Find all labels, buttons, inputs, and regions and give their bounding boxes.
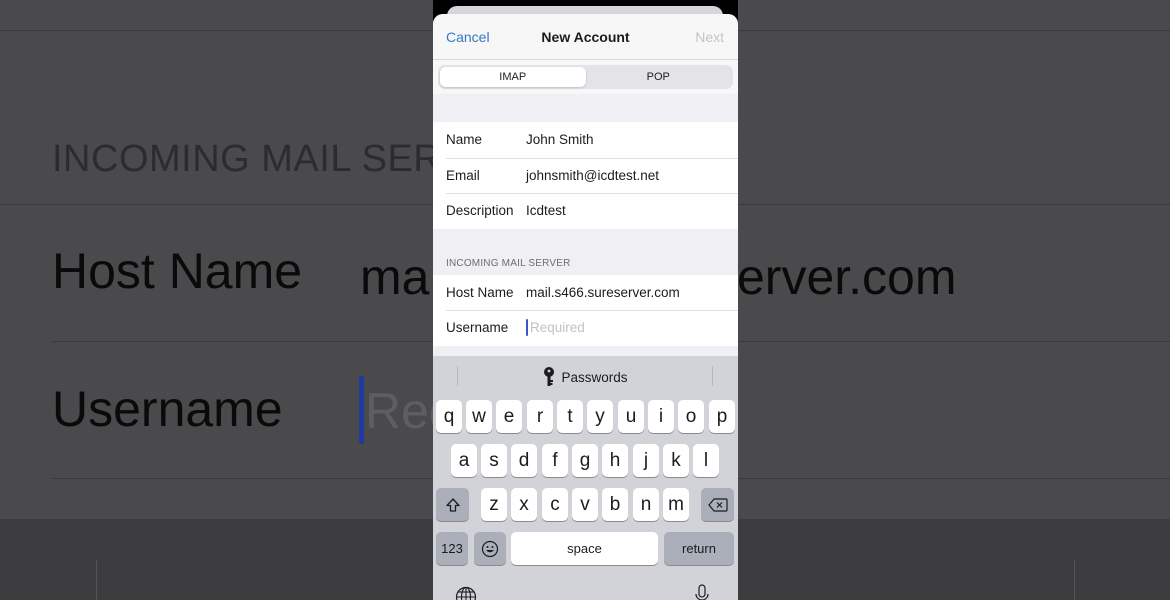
username-row[interactable]: Username Required [433, 310, 738, 346]
key-v[interactable]: v [572, 488, 598, 521]
emoji-icon [481, 540, 499, 557]
section-spacer [433, 94, 738, 122]
username-field[interactable]: Required [529, 320, 585, 335]
key-icon [544, 367, 555, 386]
key-h[interactable]: h [602, 444, 628, 477]
keyboard-row-4: 123 space return [433, 532, 738, 565]
screen: INCOMING MAIL SER Host Name ma erver.com… [0, 0, 1170, 600]
bg-host-label: Host Name [52, 243, 303, 299]
username-label: Username [446, 320, 509, 336]
name-row[interactable]: Name John Smith [433, 122, 738, 158]
key-t[interactable]: t [557, 400, 583, 433]
key-y[interactable]: y [587, 400, 613, 433]
bg-divider [96, 560, 97, 600]
keyboard-bottom-bar [433, 580, 738, 600]
description-field[interactable]: Icdtest [526, 203, 566, 218]
navigation-bar: Cancel New Account Next [433, 14, 738, 60]
bg-host-value-left: ma [360, 249, 430, 305]
bg-divider [1074, 560, 1075, 600]
account-info-group: Name John Smith Email johnsmith@icdtest.… [433, 122, 738, 229]
keyboard-row-2: a s d f g h j k l [433, 444, 738, 477]
key-n[interactable]: n [633, 488, 659, 521]
bg-username-label: Username [52, 381, 283, 437]
key-a[interactable]: a [451, 444, 477, 477]
next-button[interactable]: Next [695, 29, 724, 45]
key-m[interactable]: m [663, 488, 689, 521]
passwords-suggestion[interactable]: Passwords [543, 367, 628, 387]
space-key[interactable]: space [511, 532, 658, 565]
key-s[interactable]: s [481, 444, 507, 477]
shift-key[interactable] [436, 488, 469, 521]
segment-imap[interactable]: IMAP [440, 67, 586, 87]
key-c[interactable]: c [542, 488, 568, 521]
key-k[interactable]: k [663, 444, 689, 477]
segment-pop[interactable]: POP [586, 67, 732, 87]
key-w[interactable]: w [466, 400, 492, 433]
description-label: Description [446, 203, 514, 219]
key-g[interactable]: g [572, 444, 598, 477]
bg-text-cursor [359, 376, 364, 444]
incoming-mail-server-header: INCOMING MAIL SERVER [433, 228, 738, 275]
key-o[interactable]: o [678, 400, 704, 433]
passwords-label: Passwords [561, 369, 628, 385]
key-l[interactable]: l [693, 444, 719, 477]
key-u[interactable]: u [618, 400, 644, 433]
suggestion-divider [457, 366, 458, 386]
host-name-label: Host Name [446, 284, 514, 300]
key-p[interactable]: p [709, 400, 735, 433]
shift-icon [445, 497, 460, 512]
keyboard-row-3: z x c v b n m [433, 488, 738, 521]
host-name-row[interactable]: Host Name mail.s466.sureserver.com [433, 275, 738, 311]
globe-icon[interactable] [455, 586, 477, 600]
key-j[interactable]: j [633, 444, 659, 477]
key-e[interactable]: e [496, 400, 522, 433]
host-name-field[interactable]: mail.s466.sureserver.com [526, 285, 680, 300]
name-field[interactable]: John Smith [526, 132, 594, 147]
return-key[interactable]: return [664, 532, 734, 565]
emoji-key[interactable] [474, 532, 506, 565]
text-cursor [526, 319, 528, 337]
quicktype-bar: Passwords [433, 356, 738, 398]
bg-host-value-right: erver.com [737, 249, 957, 305]
microphone-icon[interactable] [694, 584, 710, 600]
key-r[interactable]: r [527, 400, 553, 433]
bg-section-header: INCOMING MAIL SER [52, 138, 442, 180]
key-q[interactable]: q [436, 400, 462, 433]
email-field[interactable]: johnsmith@icdtest.net [526, 168, 659, 183]
key-i[interactable]: i [648, 400, 674, 433]
numbers-key[interactable]: 123 [436, 532, 468, 565]
name-label: Name [446, 132, 483, 148]
incoming-server-group: Host Name mail.s466.sureserver.com Usern… [433, 274, 738, 346]
suggestion-divider [712, 366, 713, 386]
backspace-icon [707, 497, 728, 512]
section-header-text: INCOMING MAIL SERVER [446, 257, 571, 269]
account-type-segmented-control: IMAP POP [438, 65, 733, 89]
account-type-control-wrapper: IMAP POP [433, 60, 738, 94]
phone-screen: Cancel New Account Next IMAP POP Name Jo… [433, 0, 738, 600]
email-row[interactable]: Email johnsmith@icdtest.net [433, 157, 738, 194]
page-title: New Account [541, 29, 630, 45]
key-d[interactable]: d [511, 444, 537, 477]
keyboard: Passwords q w e r t y u i o p a s d f g … [433, 356, 738, 600]
key-f[interactable]: f [542, 444, 568, 477]
email-label: Email [446, 167, 480, 183]
key-x[interactable]: x [511, 488, 537, 521]
delete-key[interactable] [701, 488, 734, 521]
key-b[interactable]: b [602, 488, 628, 521]
keyboard-row-1: q w e r t y u i o p [433, 400, 738, 433]
description-row[interactable]: Description Icdtest [433, 193, 738, 229]
key-z[interactable]: z [481, 488, 507, 521]
